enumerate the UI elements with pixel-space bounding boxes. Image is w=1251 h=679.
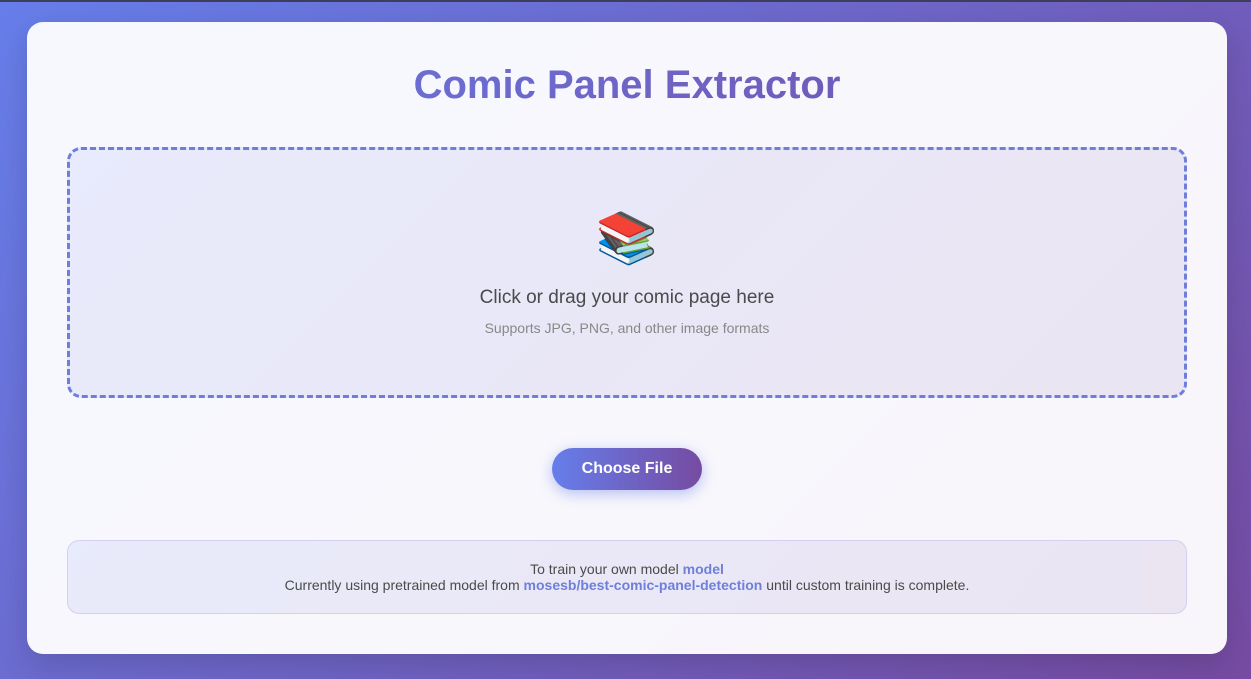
- dropzone-sub-text: Supports JPG, PNG, and other image forma…: [484, 320, 770, 336]
- model-link[interactable]: model: [683, 561, 724, 577]
- info-line-1: To train your own model model: [68, 561, 1186, 577]
- dropzone-main-text: Click or drag your comic page here: [479, 287, 775, 308]
- main-card: Comic Panel Extractor 📚 Click or drag yo…: [27, 22, 1227, 654]
- info-line-2-suffix: until custom training is complete.: [766, 577, 970, 593]
- info-line-2: Currently using pretrained model from mo…: [68, 577, 1186, 593]
- info-line-1-text: To train your own model: [530, 561, 679, 577]
- info-line-2-text: Currently using pretrained model from: [284, 577, 520, 593]
- upload-dropzone[interactable]: 📚 Click or drag your comic page here Sup…: [67, 147, 1187, 398]
- choose-file-button[interactable]: Choose File: [552, 448, 702, 490]
- books-icon: 📚: [595, 210, 659, 266]
- page-title: Comic Panel Extractor: [27, 62, 1227, 108]
- model-info-box: To train your own model model Currently …: [67, 540, 1187, 614]
- pretrained-model-link[interactable]: mosesb/best-comic-panel-detection: [524, 577, 763, 593]
